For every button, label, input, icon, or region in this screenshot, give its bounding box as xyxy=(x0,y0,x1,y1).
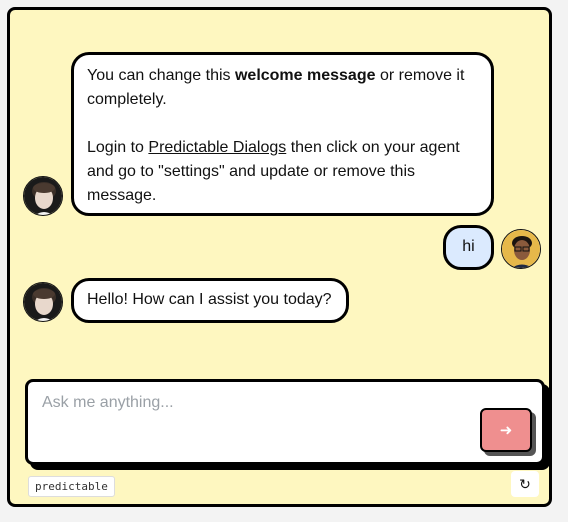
brand-badge[interactable]: predictable xyxy=(28,476,115,497)
bot-avatar-icon xyxy=(24,177,62,215)
send-button[interactable]: ➜ xyxy=(480,408,532,452)
bot-message-bubble: Hello! How can I assist you today? xyxy=(71,278,349,323)
bold-text: welcome message xyxy=(234,67,376,84)
bot-message-text: Hello! How can I assist you today? xyxy=(87,291,332,308)
user-message-text: hi xyxy=(462,238,475,255)
refresh-button[interactable]: ↻ xyxy=(511,471,539,497)
arrow-right-icon: ➜ xyxy=(499,422,513,439)
bot-avatar xyxy=(23,282,63,322)
chat-input-box: ➜ xyxy=(25,379,545,465)
login-paragraph: Login to Predictable Dialogs then click … xyxy=(87,139,460,204)
chat-window: You can change this welcome message or r… xyxy=(7,7,552,507)
welcome-paragraph: You can change this welcome message or r… xyxy=(87,67,465,108)
refresh-icon: ↻ xyxy=(519,475,531,492)
user-avatar-icon xyxy=(502,230,540,268)
bot-avatar xyxy=(23,176,63,216)
bot-message-bubble: You can change this welcome message or r… xyxy=(71,52,494,216)
user-avatar xyxy=(501,229,541,269)
chat-input[interactable] xyxy=(42,394,462,454)
predictable-dialogs-link[interactable]: Predictable Dialogs xyxy=(148,139,286,156)
user-message-bubble: hi xyxy=(443,225,494,270)
bot-avatar-icon xyxy=(24,283,62,321)
